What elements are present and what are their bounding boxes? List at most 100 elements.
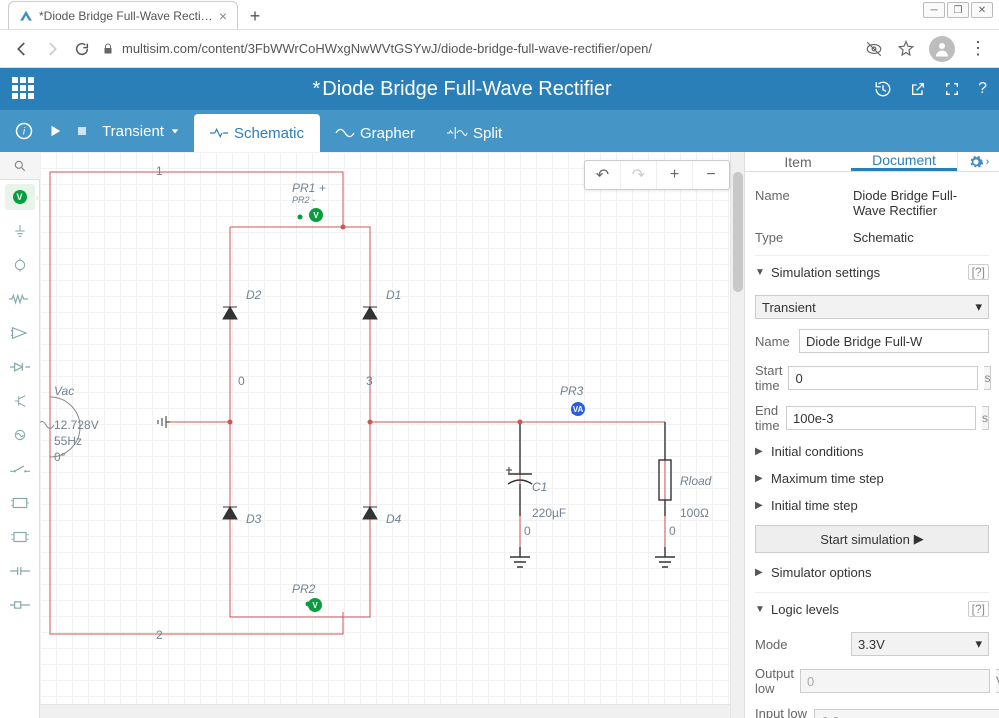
incognito-icon[interactable]	[865, 40, 883, 58]
info-button[interactable]: i	[14, 121, 34, 141]
initial-conditions-toggle[interactable]: ▶Initial conditions	[755, 438, 989, 465]
canvas-hscroll[interactable]	[40, 704, 730, 718]
open-external-icon[interactable]	[910, 81, 926, 97]
app-favicon	[19, 9, 33, 23]
header-tools: ?	[874, 80, 987, 98]
main-toolbar: i Transient Schematic Grapher Split	[0, 110, 999, 152]
doc-type-value: Schematic	[853, 230, 989, 245]
probe-pr2-icon[interactable]: V	[308, 598, 322, 612]
diode-tool[interactable]	[5, 354, 35, 380]
switch-tool[interactable]	[5, 456, 35, 482]
zoom-in-button[interactable]: +	[657, 161, 693, 189]
minimize-button[interactable]: ─	[923, 2, 945, 18]
window-controls: ─ ❐ ✕	[923, 2, 993, 18]
help-icon[interactable]: [?]	[968, 264, 989, 280]
lock-icon	[102, 43, 114, 55]
help-button[interactable]: ?	[978, 80, 987, 98]
browser-menu-icon[interactable]: ⋮	[969, 38, 987, 59]
stop-button[interactable]	[76, 125, 88, 137]
initial-time-step-toggle[interactable]: ▶Initial time step	[755, 492, 989, 519]
tab-split[interactable]: Split	[431, 114, 518, 152]
properties-panel: Item Document › Name Diode Bridge Full-W…	[744, 152, 999, 718]
opamp-tool[interactable]	[5, 320, 35, 346]
ac-source-tool[interactable]	[5, 422, 35, 448]
capacitor-tool[interactable]	[5, 558, 35, 584]
logic-levels-header[interactable]: ▼Logic levels [?]	[755, 592, 989, 625]
sim-name-input[interactable]	[799, 329, 989, 353]
d4-label: D4	[386, 512, 401, 526]
address-bar: multisim.com/content/3FbWWrCoHWxgNwWVtGS…	[0, 30, 999, 68]
close-window-button[interactable]: ✕	[971, 2, 993, 18]
tab-schematic[interactable]: Schematic	[194, 114, 320, 152]
start-simulation-button[interactable]: Start simulation▶	[755, 525, 989, 553]
play-button[interactable]	[48, 124, 62, 138]
browser-tab[interactable]: *Diode Bridge Full-Wave Rectifie ×	[8, 1, 238, 29]
end-time-input[interactable]	[786, 406, 976, 430]
doc-type-row: Type Schematic	[755, 224, 989, 251]
account-avatar[interactable]	[929, 36, 955, 62]
d2-label: D2	[246, 288, 261, 302]
sim-settings-header[interactable]: ▼Simulation settings [?]	[755, 255, 989, 288]
sim-type-select[interactable]: Transient▾	[755, 295, 989, 319]
app-launcher-icon[interactable]	[12, 77, 36, 101]
url-text: multisim.com/content/3FbWWrCoHWxgNwWVtGS…	[122, 41, 652, 56]
connector-tool[interactable]	[5, 592, 35, 618]
canvas-vscroll[interactable]	[730, 152, 744, 718]
probe-pr3-icon[interactable]: VA	[571, 402, 585, 416]
vac-name: Vac	[54, 384, 74, 398]
help-icon[interactable]: [?]	[968, 601, 989, 617]
net-0-label: 0	[238, 374, 245, 388]
ic-tool[interactable]	[5, 524, 35, 550]
redo-button[interactable]: ↷	[621, 161, 657, 189]
document-title: *Diode Bridge Full-Wave Rectifier	[50, 78, 874, 101]
pr1-label: PR1 +	[292, 181, 326, 195]
ground-tool[interactable]	[5, 218, 35, 244]
fullscreen-icon[interactable]	[944, 81, 960, 97]
simulator-options-toggle[interactable]: ▶Simulator options	[755, 559, 989, 586]
browser-tab-strip: *Diode Bridge Full-Wave Rectifie × + ─ ❐…	[0, 0, 999, 30]
vac-voltage: 12.728V	[54, 418, 99, 432]
history-icon[interactable]	[874, 80, 892, 98]
undo-button[interactable]: ↶	[585, 161, 621, 189]
d1-label: D1	[386, 288, 401, 302]
doc-name-value: Diode Bridge Full-Wave Rectifier	[853, 188, 989, 218]
schematic-canvas[interactable]: ↶ ↷ + −	[40, 152, 744, 718]
digital-tool[interactable]	[5, 490, 35, 516]
output-low-input	[800, 669, 990, 693]
transistor-tool[interactable]	[5, 388, 35, 414]
net-2-label: 2	[156, 628, 163, 642]
unsaved-marker: *	[312, 78, 320, 100]
close-tab-icon[interactable]: ×	[219, 9, 227, 23]
rload-value: 100Ω	[680, 506, 709, 520]
palette-search[interactable]	[0, 152, 40, 180]
canvas-toolbar: ↶ ↷ + −	[584, 160, 730, 190]
forward-button[interactable]	[42, 39, 62, 59]
reload-button[interactable]	[72, 39, 92, 59]
resistor-tool[interactable]	[5, 286, 35, 312]
logic-mode-select[interactable]: 3.3V▾	[851, 632, 989, 656]
zoom-out-button[interactable]: −	[693, 161, 729, 189]
panel-settings-button[interactable]: ›	[957, 152, 999, 171]
tab-item[interactable]: Item	[745, 152, 851, 171]
pr2-label: PR2	[292, 582, 315, 596]
probe-pr1-icon[interactable]: V	[309, 208, 323, 222]
start-time-input[interactable]	[788, 366, 978, 390]
input-low-threshold-input	[814, 709, 999, 718]
probe-tool[interactable]: V	[5, 184, 35, 210]
maximize-button[interactable]: ❐	[947, 2, 969, 18]
sim-mode-dropdown[interactable]: Transient	[102, 123, 180, 140]
panel-tabs: Item Document ›	[745, 152, 999, 172]
max-time-step-toggle[interactable]: ▶Maximum time step	[755, 465, 989, 492]
bookmark-icon[interactable]	[897, 40, 915, 58]
tab-grapher[interactable]: Grapher	[320, 114, 431, 152]
grapher-icon	[336, 126, 354, 140]
back-button[interactable]	[12, 39, 32, 59]
tab-title: *Diode Bridge Full-Wave Rectifie	[39, 9, 213, 23]
vac-phase: 0°	[54, 450, 65, 464]
source-tool[interactable]	[5, 252, 35, 278]
new-tab-button[interactable]: +	[242, 3, 268, 29]
rload-name: Rload	[680, 474, 711, 488]
url-display[interactable]: multisim.com/content/3FbWWrCoHWxgNwWVtGS…	[102, 41, 855, 56]
chevron-down-icon	[170, 126, 180, 136]
tab-document[interactable]: Document	[851, 152, 957, 171]
